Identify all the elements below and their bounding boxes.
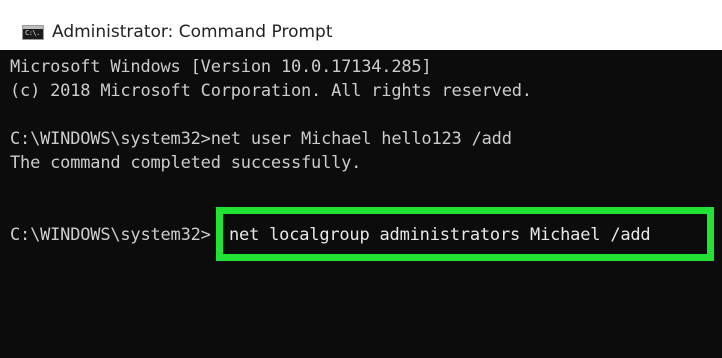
cmd-icon-glyph: C:\. <box>25 29 40 37</box>
console-line-previous-command: C:\WINDOWS\system32>net user Michael hel… <box>10 129 512 149</box>
current-command-text: net localgroup administrators Michael /a… <box>229 225 651 245</box>
console-line-result: The command completed successfully. <box>10 153 362 173</box>
title-bar[interactable]: C:\. Administrator: Command Prompt <box>0 14 722 50</box>
console-line-version: Microsoft Windows [Version 10.0.17134.28… <box>10 57 432 77</box>
window-title: Administrator: Command Prompt <box>52 22 333 42</box>
command-prompt-window: C:\. Administrator: Command Prompt Micro… <box>0 14 722 358</box>
current-prompt: C:\WINDOWS\system32> <box>10 225 211 245</box>
console-output-area[interactable]: Microsoft Windows [Version 10.0.17134.28… <box>0 50 722 358</box>
console-line-copyright: (c) 2018 Microsoft Corporation. All righ… <box>10 81 532 101</box>
cmd-icon: C:\. <box>22 25 44 40</box>
current-command-input[interactable]: net localgroup administrators Michael /a… <box>229 224 651 246</box>
